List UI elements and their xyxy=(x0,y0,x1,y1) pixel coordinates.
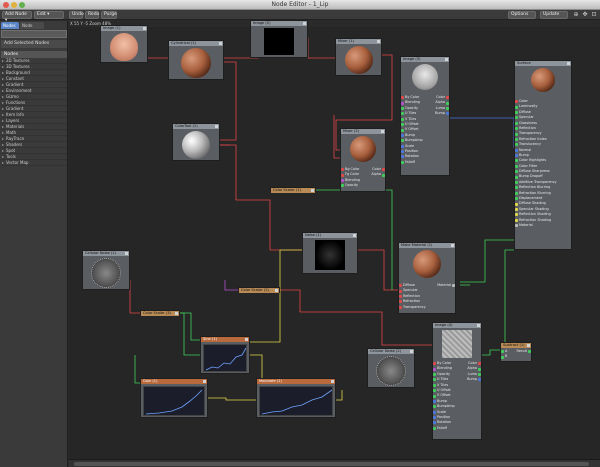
node-ports: Bg Color Color Fg Color Alpha Blending Opa… xyxy=(341,167,385,189)
node-color-scalar-2[interactable]: Color Scalar (2) xyxy=(238,287,280,293)
node-make-material[interactable]: Make Material (1) Diffuse Material Specul… xyxy=(398,242,456,314)
sphere-preview xyxy=(531,68,555,92)
node-title: Cylindrical (1) xyxy=(169,41,223,46)
node-image-black[interactable]: Image (2) xyxy=(250,20,308,58)
node-title: Make Material (1) xyxy=(399,243,455,248)
node-title: Gain (1) xyxy=(141,379,207,384)
black-preview xyxy=(315,240,345,270)
node-noise[interactable]: Noise (1) xyxy=(302,232,358,274)
node-colortool[interactable]: ColorTool (1) xyxy=(172,123,220,161)
function-graph xyxy=(203,344,247,372)
black-preview xyxy=(264,28,294,55)
sphere-preview xyxy=(181,48,211,78)
node-image-4[interactable]: Image (4) By Color Color Blending Alpha Op… xyxy=(432,322,482,440)
node-ports: By Color Color Blending Alpha Opacity Luma … xyxy=(433,361,481,431)
node-title: Modulate (1) xyxy=(257,379,335,384)
surface-ports: Color Luminosity Diffuse Specular Glossi… xyxy=(515,99,571,228)
node-title: Image (2) xyxy=(251,21,307,26)
node-title: Noise (1) xyxy=(303,233,357,238)
bw-face-preview xyxy=(412,64,438,90)
node-title: Mixer (2) xyxy=(341,129,385,134)
face-preview-image xyxy=(110,33,138,61)
node-cylindrical[interactable]: Cylindrical (1) xyxy=(168,40,224,80)
node-title: Color Scalar (2) xyxy=(239,288,279,293)
canvas-horizontal-scrollbar[interactable] xyxy=(69,459,600,467)
noise-sphere-preview xyxy=(376,356,406,386)
node-title: Subtract (1) xyxy=(501,343,531,348)
node-title: Sine (1) xyxy=(201,337,249,342)
node-cellular-noise-1[interactable]: Cellular Noise (1) xyxy=(82,250,130,290)
node-title: Color Scalar (3) xyxy=(141,311,179,316)
node-title: Cellular Noise (2) xyxy=(368,349,414,354)
node-surface[interactable]: Surface Color Luminosity Diffuse Specula… xyxy=(514,60,572,250)
node-title: ColorTool (1) xyxy=(173,124,219,129)
texture-preview xyxy=(442,330,472,358)
node-image-face[interactable]: Image (1) xyxy=(100,25,148,63)
node-title: Image (3) xyxy=(401,57,449,62)
node-ports: By Color Color Blending Alpha Opacity Luma … xyxy=(401,95,449,165)
function-graph xyxy=(259,386,333,416)
node-mixer-2[interactable]: Mixer (2) Bg Color Color Fg Color Alpha Bl… xyxy=(340,128,386,192)
node-color-scalar-1[interactable]: Color Scalar (1) xyxy=(270,187,316,193)
sphere-preview xyxy=(344,46,373,74)
node-ports: A Result B xyxy=(501,349,531,360)
noise-sphere-preview xyxy=(91,258,121,288)
sphere-preview xyxy=(413,250,441,278)
node-title: Image (4) xyxy=(433,323,481,328)
node-ports: Diffuse Material Specular Reflection Refr… xyxy=(399,283,455,310)
node-graph-gain[interactable]: Gain (1) xyxy=(140,378,208,418)
node-image-bw[interactable]: Image (3) By Color Color Blending Alpha Op… xyxy=(400,56,450,176)
node-title: Surface xyxy=(515,61,571,66)
node-title: Cellular Noise (1) xyxy=(83,251,129,256)
function-graph xyxy=(143,386,205,416)
node-graph-modulate[interactable]: Modulate (1) xyxy=(256,378,336,418)
node-title: Image (1) xyxy=(101,26,147,31)
sphere-preview xyxy=(182,131,210,159)
scrollbar-thumb[interactable] xyxy=(74,462,589,466)
node-graph-1[interactable]: Sine (1) xyxy=(200,336,250,374)
node-cellular-noise-2[interactable]: Cellular Noise (2) xyxy=(367,348,415,388)
sphere-preview xyxy=(350,136,376,162)
node-mixer-1[interactable]: Mixer (1) xyxy=(335,38,382,76)
node-color-scalar-3[interactable]: Color Scalar (3) xyxy=(140,310,180,316)
node-title: Mixer (1) xyxy=(336,39,381,44)
node-subtract[interactable]: Subtract (1) A Result B xyxy=(500,342,532,362)
node-title: Color Scalar (1) xyxy=(271,188,315,193)
